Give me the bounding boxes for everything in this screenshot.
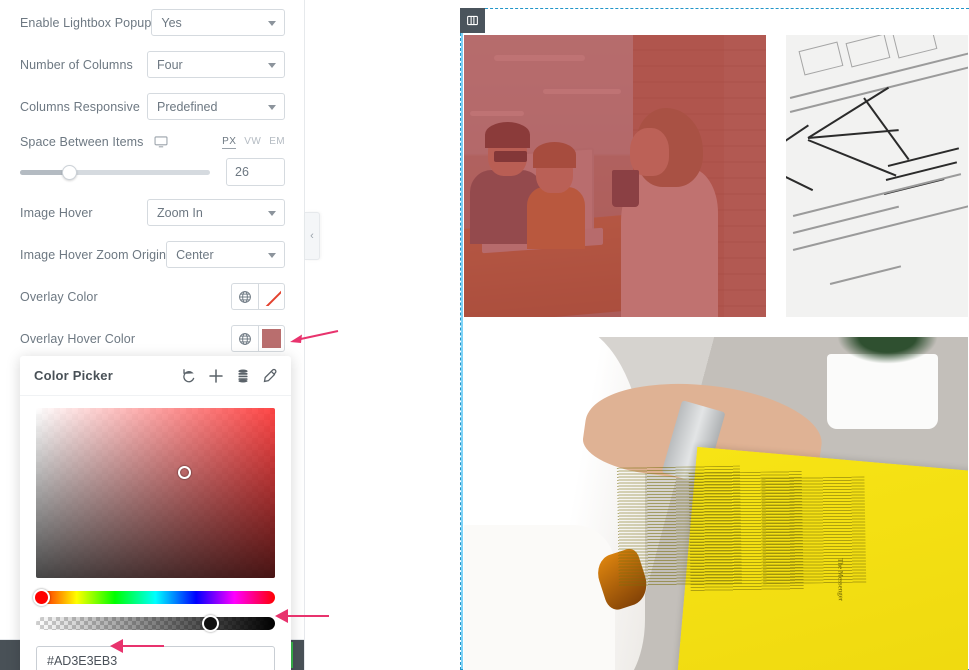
photo-detail-plant <box>836 337 938 365</box>
image-hover-overlay <box>464 35 766 317</box>
current-color-swatch <box>262 329 281 348</box>
columns-layout-icon[interactable] <box>460 8 485 33</box>
unit-switcher: PX VW EM <box>222 136 285 149</box>
eyedropper-icon[interactable] <box>261 367 279 385</box>
control-row-image-hover-zoom-origin: Image Hover Zoom Origin Center <box>0 241 304 268</box>
unit-vw[interactable]: VW <box>244 136 261 148</box>
color-picker-popover: Color Picker <box>20 356 291 670</box>
control-row-space-between-items: Space Between Items PX VW EM <box>0 133 304 151</box>
select-value: Yes <box>161 15 182 30</box>
select-enable-lightbox-popup[interactable]: Yes <box>151 9 285 36</box>
space-between-items-slider[interactable] <box>20 164 210 180</box>
photo-detail-white-shirt-lower <box>464 525 616 670</box>
panel-collapse-handle[interactable]: ‹ <box>305 212 320 260</box>
photo-wireframe-sketch <box>786 35 968 317</box>
unit-px[interactable]: PX <box>222 136 237 149</box>
control-row-space-slider <box>0 157 304 187</box>
overlay-color-swatch[interactable] <box>258 283 285 310</box>
select-value: Four <box>157 57 183 72</box>
slider-handle[interactable] <box>61 164 77 180</box>
gallery-item-wireframe-sketch-photo[interactable] <box>786 35 968 317</box>
saturation-value-area[interactable] <box>36 408 275 578</box>
control-label: Overlay Color <box>20 289 98 304</box>
control-row-number-of-columns: Number of Columns Four <box>0 51 304 78</box>
control-label: Overlay Hover Color <box>20 331 136 346</box>
chevron-down-icon <box>268 62 276 68</box>
select-columns-responsive[interactable]: Predefined <box>147 93 285 120</box>
photo-person-holding-yellow-page: The Messenger <box>464 337 968 670</box>
globe-icon[interactable] <box>231 325 258 352</box>
saturation-value-handle[interactable] <box>177 466 191 480</box>
overlay-color-control <box>231 283 285 310</box>
sketch-detail-box <box>845 35 891 68</box>
control-row-overlay-hover-color: Overlay Hover Color <box>0 325 304 352</box>
control-label: Image Hover <box>20 205 93 220</box>
control-label: Number of Columns <box>20 57 133 72</box>
select-value: Predefined <box>157 99 218 114</box>
photo-detail-yellow-page: The Messenger <box>616 446 968 670</box>
control-row-enable-lightbox-popup: Enable Lightbox Popup Yes <box>0 9 304 36</box>
desktop-monitor-icon[interactable] <box>154 135 168 149</box>
color-picker-body <box>20 396 291 670</box>
gallery-item-person-holding-yellow-page-photo[interactable]: The Messenger <box>464 337 968 670</box>
chevron-down-icon <box>268 20 276 26</box>
globe-icon[interactable] <box>231 283 258 310</box>
select-number-of-columns[interactable]: Four <box>147 51 285 78</box>
sketch-detail-box <box>892 35 938 60</box>
preview-canvas: The Messenger <box>306 0 969 670</box>
gallery-grid: The Messenger <box>464 35 969 670</box>
sketch-detail-line <box>786 124 809 161</box>
select-image-hover[interactable]: Zoom In <box>147 199 285 226</box>
color-picker-header: Color Picker <box>20 356 291 396</box>
arrow-alpha-slider <box>275 605 331 627</box>
photo-detail-plant-pot <box>826 354 938 430</box>
select-value: Zoom In <box>157 205 203 220</box>
sketch-detail-box <box>798 41 844 77</box>
chevron-left-icon: ‹ <box>310 229 314 242</box>
chevron-down-icon <box>268 252 276 258</box>
chevron-down-icon <box>268 104 276 110</box>
overlay-hover-color-control <box>231 325 285 352</box>
sketch-detail-line <box>807 139 896 177</box>
alpha-slider-handle[interactable] <box>201 615 219 632</box>
select-value: Center <box>176 247 214 262</box>
sketch-detail-line <box>829 265 901 285</box>
control-row-overlay-color: Overlay Color <box>0 283 304 310</box>
sketch-detail-line <box>793 205 968 251</box>
yellow-page-text-column <box>760 476 866 585</box>
control-label: Columns Responsive <box>20 99 140 114</box>
gallery-section[interactable]: The Messenger <box>460 8 969 670</box>
color-picker-title: Color Picker <box>34 368 113 383</box>
hue-slider[interactable] <box>33 589 275 606</box>
chevron-down-icon <box>268 210 276 216</box>
select-image-hover-zoom-origin[interactable]: Center <box>166 241 285 268</box>
reset-icon[interactable] <box>180 367 198 385</box>
space-between-items-input[interactable] <box>226 158 285 186</box>
palette-icon[interactable] <box>234 367 252 385</box>
hue-slider-handle[interactable] <box>33 589 51 606</box>
control-row-image-hover: Image Hover Zoom In <box>0 199 304 226</box>
gallery-item-office-team-laptop-photo[interactable] <box>464 35 766 317</box>
no-color-swatch-icon <box>262 287 281 306</box>
value-gradient <box>36 408 275 578</box>
overlay-hover-color-swatch[interactable] <box>258 325 285 352</box>
control-label: Image Hover Zoom Origin <box>20 247 167 262</box>
sketch-detail-line <box>786 161 813 191</box>
unit-em[interactable]: EM <box>269 136 285 148</box>
editor-root: Enable Lightbox Popup Yes Number of Colu… <box>0 0 969 670</box>
sketch-detail-line <box>863 97 910 161</box>
control-label: Space Between Items <box>20 135 144 149</box>
color-picker-toolbar <box>180 367 279 385</box>
alpha-slider[interactable] <box>36 615 275 632</box>
arrow-overlay-hover-swatch <box>290 327 340 351</box>
control-label: Enable Lightbox Popup <box>20 15 152 30</box>
add-icon[interactable] <box>207 367 225 385</box>
control-row-columns-responsive: Columns Responsive Predefined <box>0 93 304 120</box>
arrow-hex-input <box>110 635 166 657</box>
